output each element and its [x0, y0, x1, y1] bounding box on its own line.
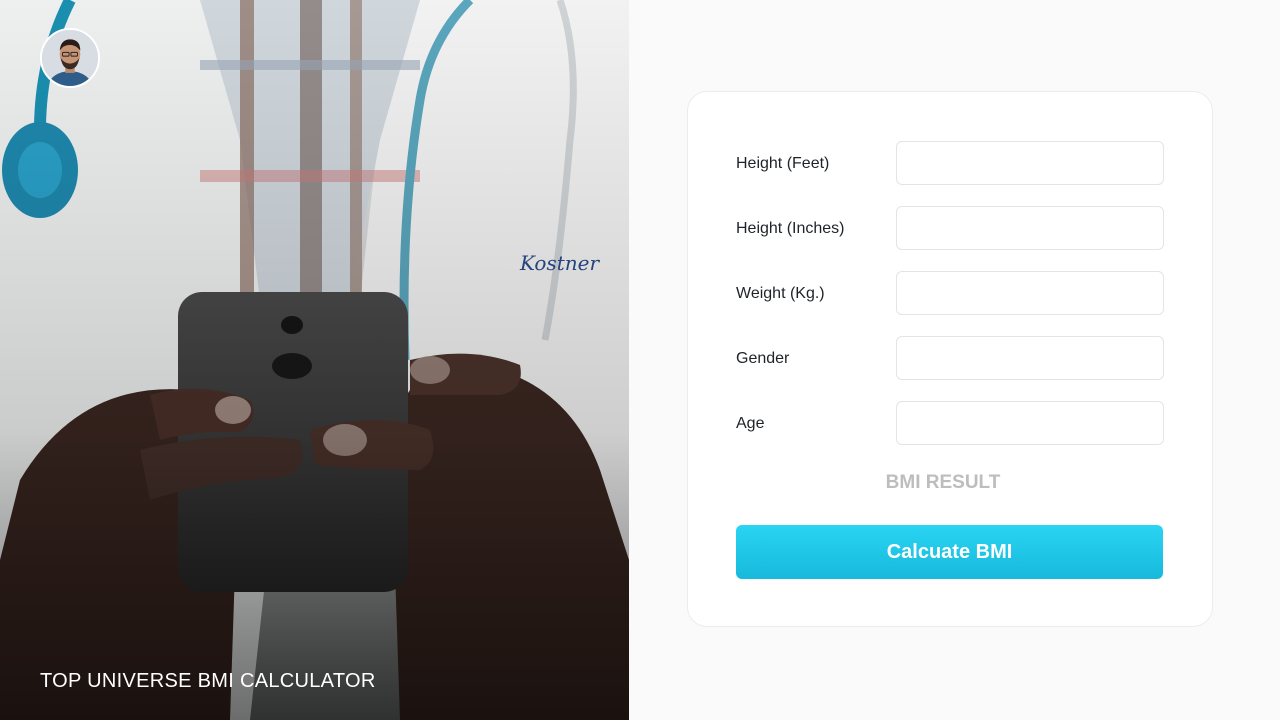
height-feet-input[interactable] — [896, 141, 1164, 185]
height-feet-row: Height (Feet) — [736, 141, 1166, 186]
calculate-bmi-button[interactable]: Calcuate BMI — [736, 525, 1163, 579]
height-feet-label: Height (Feet) — [736, 155, 830, 172]
avatar[interactable] — [40, 28, 100, 88]
age-row: Age — [736, 401, 1166, 446]
height-inches-label: Height (Inches) — [736, 220, 845, 237]
doctor-phone-photo: Kostner — [0, 0, 629, 720]
gender-row: Gender — [736, 336, 1166, 381]
height-inches-row: Height (Inches) — [736, 206, 1166, 251]
bmi-form-card: Height (Feet) Height (Inches) Weight (Kg… — [687, 91, 1213, 627]
height-inches-input[interactable] — [896, 206, 1164, 250]
page: Kostner — [0, 0, 1280, 720]
weight-label: Weight (Kg.) — [736, 285, 825, 302]
form-panel: Height (Feet) Height (Inches) Weight (Kg… — [629, 0, 1280, 720]
gender-input[interactable] — [896, 336, 1164, 380]
app-brand-title: TOP UNIVERSE BMI CALCULATOR — [40, 670, 376, 692]
age-input[interactable] — [896, 401, 1164, 445]
age-label: Age — [736, 415, 765, 432]
weight-row: Weight (Kg.) — [736, 271, 1166, 316]
weight-input[interactable] — [896, 271, 1164, 315]
user-avatar-icon — [42, 30, 98, 86]
hero-photo-panel: Kostner — [0, 0, 629, 720]
gender-label: Gender — [736, 350, 790, 367]
bmi-result-text: BMI RESULT — [885, 472, 1001, 493]
